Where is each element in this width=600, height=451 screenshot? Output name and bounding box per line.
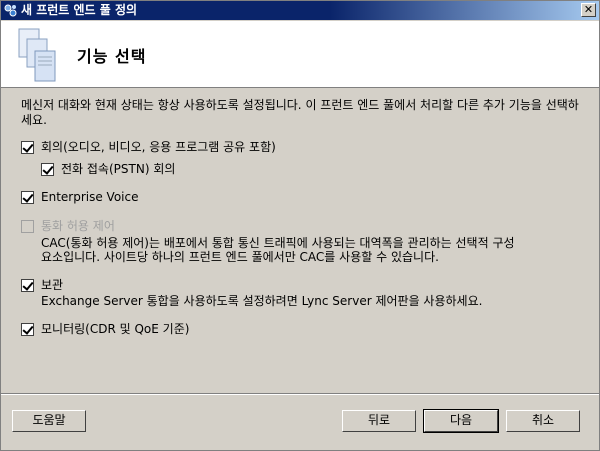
page-title: 기능 선택 bbox=[77, 47, 147, 66]
dialin-option[interactable]: 전화 접속(PSTN) 회의 bbox=[41, 162, 175, 177]
archiving-checkbox[interactable] bbox=[21, 279, 34, 292]
title-bar[interactable]: 새 프런트 엔드 풀 정의 ✕ bbox=[1, 1, 599, 20]
cac-description-line1: CAC(통화 허용 제어)는 배포에서 통합 통신 트래픽에 사용되는 대역폭을… bbox=[41, 236, 515, 250]
back-button[interactable]: 뒤로 bbox=[342, 410, 416, 432]
cac-label: 통화 허용 제어 bbox=[41, 219, 115, 233]
close-icon: ✕ bbox=[583, 3, 594, 16]
archiving-option[interactable]: 보관 bbox=[21, 278, 63, 293]
app-icon bbox=[4, 4, 17, 17]
close-button[interactable]: ✕ bbox=[581, 3, 596, 17]
dialin-label: 전화 접속(PSTN) 회의 bbox=[61, 162, 176, 176]
conferencing-label: 회의(오디오, 비디오, 응용 프로그램 공유 포함) bbox=[41, 140, 276, 154]
enterprise-voice-option[interactable]: Enterprise Voice bbox=[21, 190, 138, 205]
monitoring-checkbox[interactable] bbox=[21, 323, 34, 336]
conferencing-checkbox[interactable] bbox=[21, 141, 34, 154]
cac-option: 통화 허용 제어 bbox=[21, 219, 115, 234]
archiving-label: 보관 bbox=[41, 278, 64, 292]
conferencing-option[interactable]: 회의(오디오, 비디오, 응용 프로그램 공유 포함) bbox=[21, 140, 276, 155]
window-title: 새 프런트 엔드 풀 정의 bbox=[21, 3, 138, 17]
next-button[interactable]: 다음 bbox=[423, 409, 499, 433]
feature-selection-panel: 메신저 대화와 현재 상태는 항상 사용하도록 설정됩니다. 이 프런트 엔드 … bbox=[1, 88, 599, 393]
wizard-window: 새 프런트 엔드 풀 정의 ✕ 기능 선택 메신저 대화와 현재 상태는 항상 … bbox=[0, 0, 600, 451]
dialin-checkbox[interactable] bbox=[41, 163, 54, 176]
archiving-description: Exchange Server 통합을 사용하도록 설정하려면 Lync Ser… bbox=[41, 294, 483, 308]
footer-divider bbox=[1, 393, 599, 395]
description-text: 메신저 대화와 현재 상태는 항상 사용하도록 설정됩니다. 이 프런트 엔드 … bbox=[21, 98, 579, 127]
enterprise-voice-label: Enterprise Voice bbox=[41, 190, 139, 204]
cancel-button[interactable]: 취소 bbox=[506, 410, 580, 432]
cac-description-line2: 요소입니다. 사이트당 하나의 프런트 엔드 풀에서만 CAC를 사용할 수 있… bbox=[41, 250, 439, 264]
server-pool-icon bbox=[18, 28, 56, 82]
enterprise-voice-checkbox[interactable] bbox=[21, 191, 34, 204]
help-button[interactable]: 도움말 bbox=[12, 410, 86, 432]
cac-checkbox bbox=[21, 220, 34, 233]
wizard-header: 기능 선택 bbox=[1, 21, 599, 88]
monitoring-option[interactable]: 모니터링(CDR 및 QoE 기준) bbox=[21, 322, 189, 337]
monitoring-label: 모니터링(CDR 및 QoE 기준) bbox=[41, 322, 190, 336]
